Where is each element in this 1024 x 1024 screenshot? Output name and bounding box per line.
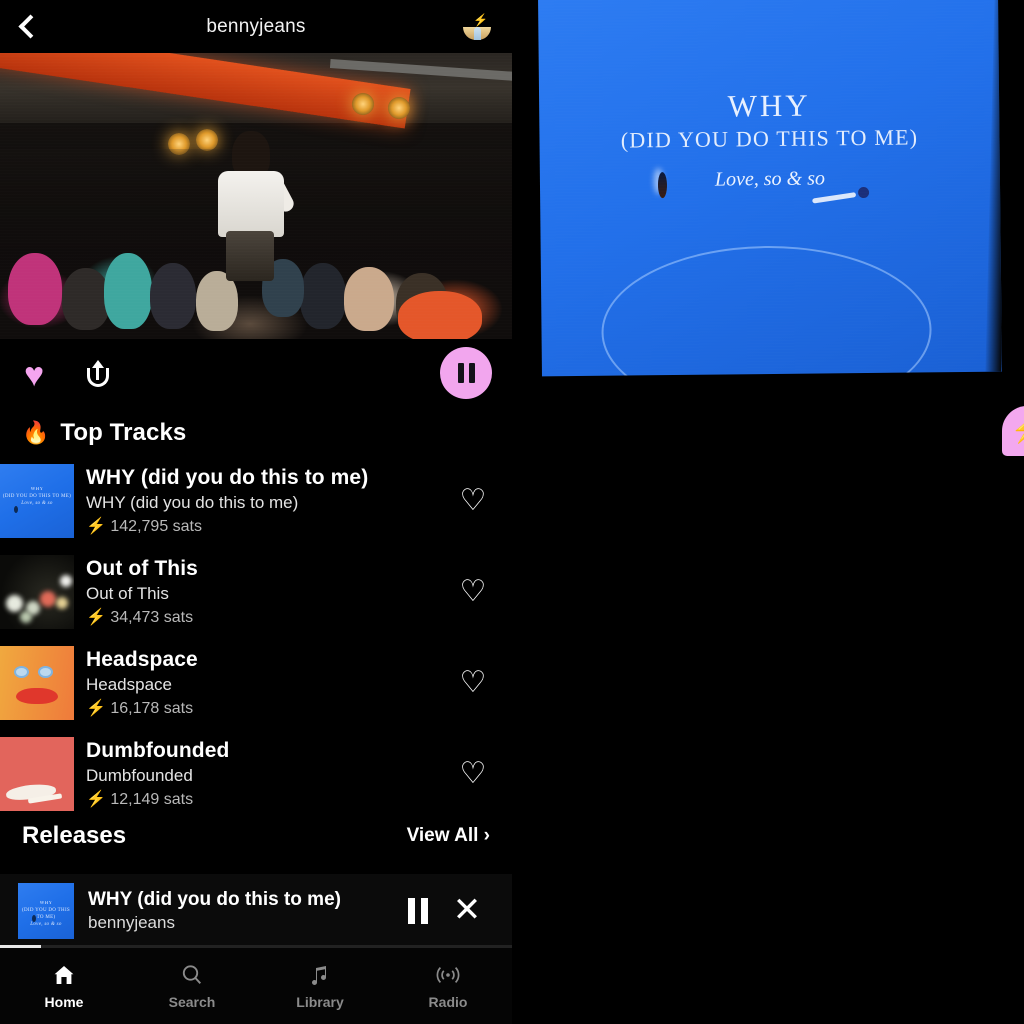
tab-label: Radio [428,993,468,1010]
track-sats: ⚡ 12,149 sats [86,790,194,808]
section-title: Top Tracks [60,419,187,446]
close-icon[interactable]: ✕ [440,893,494,927]
zap-icon: ⚡ [86,608,106,626]
search-icon [182,964,201,984]
releases-header: Releases View All › [0,819,512,853]
heart-outline-icon[interactable]: ♡ [456,758,490,789]
mini-player-title: WHY (did you do this to me) [88,889,341,910]
heart-outline-icon[interactable]: ♡ [456,667,490,698]
track-sats: ⚡ 34,473 sats [86,608,194,626]
app-root: bennyjeans ⚡ ♥ 🔥 Top Tracks WHY (DID YOU… [0,0,1024,1024]
track-album: Headspace [86,674,173,694]
zap-icon: ⚡ [86,699,106,717]
page-title: bennyjeans [206,15,306,37]
pause-icon[interactable] [396,898,440,924]
tab-radio[interactable]: Radio [384,948,512,1024]
track-row[interactable]: WHY (DID YOU DO THIS TO ME) Love, so & so … [0,455,512,546]
view-all-link[interactable]: View All › [407,825,490,847]
zap-icon: ⚡ [86,517,106,535]
user-avatar-lightning-icon[interactable]: ⚡ [461,11,493,43]
tab-library[interactable]: Library [256,948,384,1024]
track-row[interactable]: Dumbfounded Dumbfounded ⚡ 12,149 sats ♡ [0,728,512,819]
track-album: Out of This [86,583,169,603]
music-note-icon [312,965,326,985]
track-artwork: WHY (DID YOU DO THIS TO ME) Love, so & so [0,463,74,538]
artist-profile-panel: bennyjeans ⚡ ♥ 🔥 Top Tracks WHY (DID YOU… [0,0,512,1024]
tab-home[interactable]: Home [0,948,128,1024]
top-tracks-header: 🔥 Top Tracks [0,411,512,455]
now-playing-panel: WHY (DID YOU DO THIS TO ME) Love, so & s… [512,0,1024,1024]
home-icon [54,965,74,984]
heart-outline-icon[interactable]: ♡ [456,485,490,516]
track-artwork [0,554,74,629]
mini-player-artwork: WHY (DID YOU DO THIS TO ME) Love, so & so [18,883,74,939]
pause-icon[interactable] [440,347,492,399]
tab-label: Library [296,993,344,1010]
artist-actions: ♥ [0,339,512,411]
heart-outline-icon[interactable]: ♡ [456,576,490,607]
track-sats: ⚡ 142,795 sats [86,517,202,535]
tab-search[interactable]: Search [128,948,256,1024]
track-artwork [0,736,74,811]
album-artwork: WHY (DID YOU DO THIS TO ME) Love, so & s… [538,0,1002,377]
track-sats: ⚡ 16,178 sats [86,699,194,717]
radio-waves-icon [436,966,460,983]
topbar: bennyjeans ⚡ [0,0,512,53]
heart-filled-icon[interactable]: ♥ [24,358,44,392]
mini-player[interactable]: WHY (DID YOU DO THIS TO ME) Love, so & so … [0,874,512,948]
fire-icon: 🔥 [22,420,50,445]
track-row[interactable]: Out of This Out of This ⚡ 34,473 sats ♡ [0,546,512,637]
section-title: Releases [22,822,127,849]
track-title: WHY (did you do this to me) [86,465,369,489]
bottom-tab-bar: Home Search Library Radio [0,948,512,1024]
track-artwork [0,645,74,720]
track-album: WHY (did you do this to me) [86,492,299,512]
track-row[interactable]: Headspace Headspace ⚡ 16,178 sats ♡ [0,637,512,728]
track-album: Dumbfounded [86,765,193,785]
tab-label: Search [168,993,216,1010]
boost-bolt-bubble-icon[interactable]: ⚡ [1002,406,1024,456]
share-icon[interactable] [84,360,112,390]
track-title: Headspace [86,647,198,671]
zap-icon: ⚡ [86,790,106,808]
track-title: Out of This [86,556,198,580]
track-title: Dumbfounded [86,738,230,762]
artist-hero-image [0,53,512,339]
tab-label: Home [44,993,84,1010]
mini-player-artist: bennyjeans [88,913,175,932]
